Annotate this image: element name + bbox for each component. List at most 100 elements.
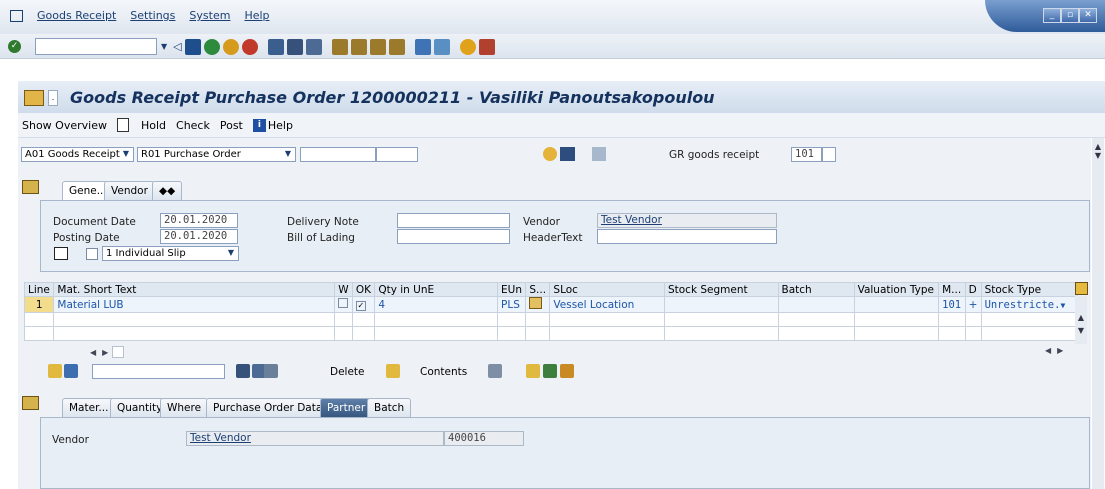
w-checkbox[interactable] — [338, 298, 349, 308]
column-header[interactable]: Valuation Type — [853, 282, 940, 297]
help-icon[interactable] — [459, 38, 476, 55]
column-header[interactable]: EUn — [497, 282, 527, 297]
table-vertical-scrollbar[interactable]: ▲ ▼ — [1075, 296, 1087, 344]
posting-date-field[interactable]: 20.01.2020 — [160, 229, 238, 244]
tab-purchase-order-data[interactable]: Purchase Order Data — [206, 398, 330, 417]
purchase-order-input[interactable] — [300, 147, 376, 162]
action-select[interactable]: A01 Goods Receipt ▼ — [21, 147, 134, 162]
back-icon[interactable] — [203, 38, 220, 55]
command-dropdown-icon[interactable]: ▼ — [161, 42, 167, 51]
check-button[interactable]: Check — [176, 119, 210, 132]
title-menu-icon[interactable]: . — [48, 89, 58, 106]
find-icon[interactable] — [286, 38, 303, 55]
trash-icon[interactable] — [264, 364, 278, 378]
stock-type-cell[interactable]: Unrestricte.▼ — [980, 296, 1079, 313]
reference-document-select[interactable]: R01 Purchase Order ▼ — [137, 147, 296, 162]
layout-icon[interactable] — [478, 38, 495, 55]
cancel-icon[interactable] — [241, 38, 258, 55]
movement-cell[interactable]: 101 — [938, 296, 966, 313]
sloc-icon-cell[interactable] — [525, 296, 551, 313]
movement-type-field[interactable]: 101 — [791, 147, 822, 162]
print-icon[interactable] — [267, 38, 284, 55]
enter-icon[interactable]: ✓ — [8, 40, 21, 53]
binoculars-icon[interactable] — [560, 147, 575, 161]
print-icon[interactable] — [54, 247, 68, 260]
restore-icon[interactable]: ▫ — [1061, 8, 1079, 23]
page-vertical-scrollbar[interactable]: ▲ ▼ — [1092, 138, 1104, 489]
tab-vendor[interactable]: Vendor — [104, 181, 155, 200]
bill-of-lading-field[interactable] — [397, 229, 510, 244]
column-header[interactable]: Stock Segment — [663, 282, 779, 297]
column-header[interactable]: Batch — [777, 282, 855, 297]
menu-goods-receipt[interactable]: Goods Receipt — [37, 9, 116, 22]
tab-more[interactable]: ◆◆ — [152, 181, 182, 200]
scroll-up-icon[interactable]: ▲ — [1092, 142, 1104, 151]
previous-page-icon[interactable] — [350, 38, 367, 55]
column-header[interactable]: M... — [938, 282, 966, 297]
command-field[interactable] — [35, 38, 157, 55]
column-header[interactable]: Stock Type — [980, 282, 1079, 297]
w-checkbox-cell[interactable] — [334, 296, 353, 313]
table-horizontal-scrollbar[interactable]: ◀ ▶ — [90, 346, 130, 358]
new-session-icon[interactable] — [414, 38, 431, 55]
account-assignment-icon[interactable] — [543, 364, 557, 378]
ok-checkbox-cell[interactable]: ✓ — [351, 296, 376, 313]
scroll-right-icon[interactable]: ▶ — [1057, 346, 1063, 355]
sloc-cell[interactable]: Vessel Location — [549, 296, 665, 313]
column-header[interactable]: OK — [351, 282, 376, 297]
valuation-type-cell[interactable] — [853, 296, 940, 313]
table-settings-icon[interactable] — [592, 147, 606, 161]
table-row[interactable] — [23, 326, 1079, 341]
transaction-icon[interactable] — [24, 89, 44, 106]
print-checkbox[interactable] — [86, 248, 98, 260]
help-button[interactable]: i Help — [252, 118, 293, 132]
scroll-up-icon[interactable]: ▲ — [1075, 313, 1087, 322]
delivery-note-field[interactable] — [397, 213, 510, 228]
column-header[interactable]: S... — [525, 282, 551, 297]
movement-type-indicator[interactable] — [822, 147, 836, 162]
column-header[interactable]: Line — [23, 282, 55, 297]
next-page-icon[interactable] — [369, 38, 386, 55]
ok-checkbox[interactable]: ✓ — [355, 300, 366, 311]
table-row[interactable] — [23, 312, 1079, 327]
slip-select[interactable]: 1 Individual Slip ▼ — [102, 246, 239, 261]
minimize-icon[interactable]: _ — [1043, 8, 1061, 23]
sort-ascending-icon[interactable] — [48, 364, 62, 378]
show-overview-button[interactable]: Show Overview — [22, 119, 107, 132]
tab-batch[interactable]: Batch — [367, 398, 412, 417]
contents-button[interactable]: Contents — [420, 364, 467, 381]
execute-icon[interactable] — [543, 147, 557, 161]
shortcut-icon[interactable] — [433, 38, 450, 55]
tab-where[interactable]: Where — [160, 398, 209, 417]
tab-material[interactable]: Mater... — [62, 398, 116, 417]
column-header[interactable]: W — [334, 282, 353, 297]
table-horizontal-scrollbar-right[interactable]: ◀ ▶ — [1045, 346, 1063, 355]
scroll-left-icon[interactable]: ◀ — [1045, 346, 1051, 355]
back-arrow-icon[interactable]: ◁ — [173, 40, 181, 53]
document-date-field[interactable]: 20.01.2020 — [160, 213, 238, 228]
post-button[interactable]: Post — [220, 119, 243, 132]
table-row[interactable]: 1 Material LUB ✓ 4 PLS Vessel Location 1… — [23, 296, 1079, 313]
tab-partner[interactable]: Partner — [320, 398, 373, 417]
header-collapse-icon[interactable] — [22, 180, 39, 194]
column-header[interactable]: D — [964, 282, 982, 297]
column-header[interactable]: Mat. Short Text — [53, 282, 336, 297]
find-icon[interactable] — [236, 364, 250, 378]
qty-cell[interactable]: 4 — [374, 296, 499, 313]
scroll-thumb[interactable] — [112, 346, 125, 358]
transfer-icon[interactable] — [560, 364, 574, 378]
eun-cell[interactable]: PLS — [497, 296, 527, 313]
filter-icon[interactable] — [64, 364, 78, 378]
stock-segment-cell[interactable] — [663, 296, 779, 313]
menu-system[interactable]: System — [189, 9, 230, 22]
scroll-down-icon[interactable]: ▼ — [1092, 151, 1104, 160]
batch-cell[interactable] — [777, 296, 855, 313]
menu-help[interactable]: Help — [244, 9, 269, 22]
scroll-right-icon[interactable]: ▶ — [102, 348, 108, 357]
column-header[interactable]: Qty in UnE — [374, 282, 499, 297]
scroll-left-icon[interactable]: ◀ — [90, 348, 96, 357]
scroll-down-icon[interactable]: ▼ — [1075, 326, 1087, 335]
material-cell[interactable]: Material LUB — [53, 296, 336, 313]
column-config-icon[interactable] — [1075, 282, 1088, 295]
item-input[interactable] — [376, 147, 418, 162]
